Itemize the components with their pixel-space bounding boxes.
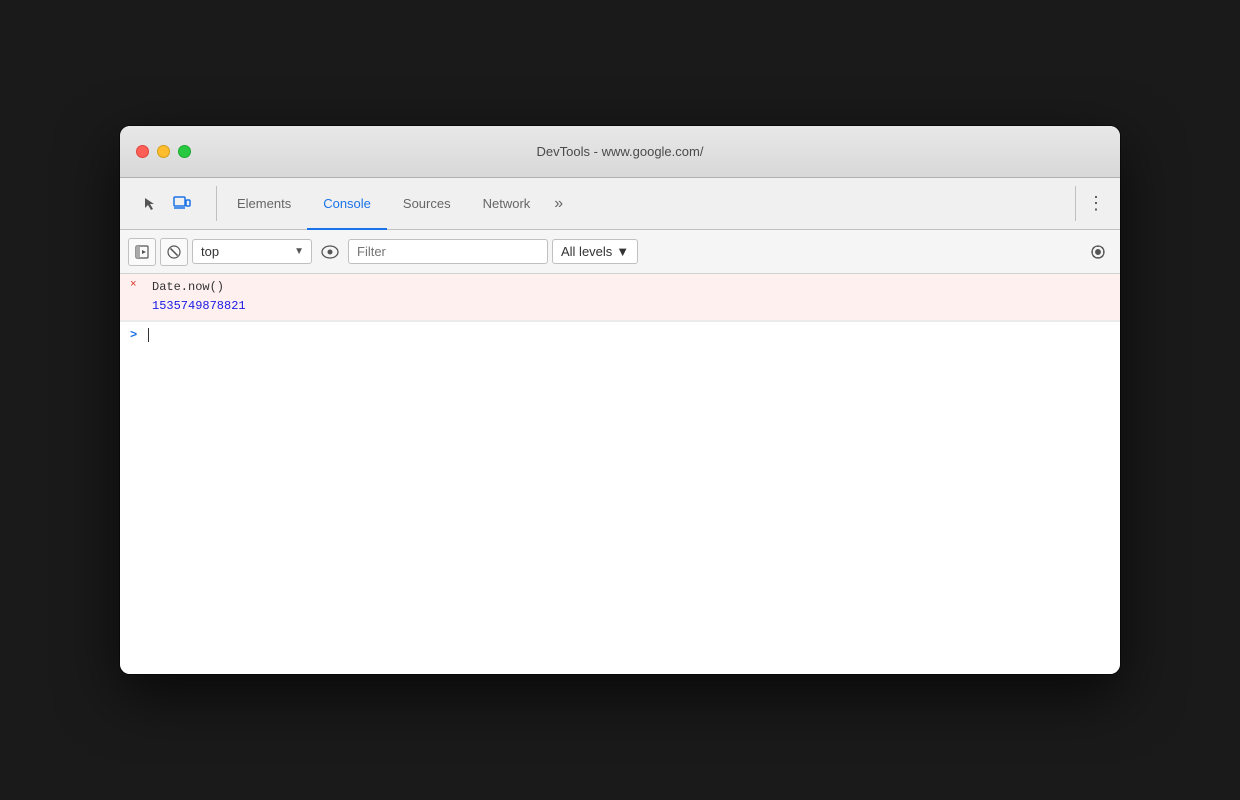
device-icon bbox=[173, 196, 191, 212]
device-toggle-button[interactable] bbox=[168, 190, 196, 218]
minimize-button[interactable] bbox=[157, 145, 170, 158]
live-expressions-button[interactable] bbox=[316, 238, 344, 266]
clear-icon bbox=[167, 245, 181, 259]
sidebar-toggle-button[interactable] bbox=[128, 238, 156, 266]
context-select-wrapper: top ▼ bbox=[192, 239, 312, 264]
maximize-button[interactable] bbox=[178, 145, 191, 158]
levels-arrow-icon: ▼ bbox=[616, 244, 629, 259]
console-settings-button[interactable] bbox=[1084, 238, 1112, 266]
tab-elements[interactable]: Elements bbox=[221, 179, 307, 230]
gear-icon bbox=[1090, 244, 1106, 260]
tabs-bar: Elements Console Sources Network » ⋮ bbox=[120, 178, 1120, 230]
console-input-area[interactable]: > bbox=[120, 321, 1120, 348]
log-levels-button[interactable]: All levels ▼ bbox=[552, 239, 638, 264]
console-output-value: 1535749878821 bbox=[152, 297, 1112, 316]
console-input-text: Date.now() bbox=[152, 278, 1112, 297]
filter-input[interactable] bbox=[348, 239, 548, 264]
tabs-end-divider bbox=[1075, 186, 1076, 221]
entry-error-prefix: × bbox=[130, 279, 137, 291]
console-content: × Date.now() 1535749878821 > bbox=[120, 274, 1120, 674]
clear-console-button[interactable] bbox=[160, 238, 188, 266]
tab-sources[interactable]: Sources bbox=[387, 179, 467, 230]
more-tabs-button[interactable]: » bbox=[546, 178, 571, 229]
eye-icon bbox=[321, 245, 339, 259]
inspect-element-button[interactable] bbox=[136, 190, 164, 218]
console-entry-0: × Date.now() 1535749878821 bbox=[120, 274, 1120, 321]
cursor-icon bbox=[142, 196, 158, 212]
tab-console[interactable]: Console bbox=[307, 179, 387, 230]
console-toolbar: top ▼ All levels ▼ bbox=[120, 230, 1120, 274]
toolbar-icons bbox=[128, 178, 204, 229]
traffic-lights bbox=[136, 145, 191, 158]
title-bar: DevTools - www.google.com/ bbox=[120, 126, 1120, 178]
tabs-spacer bbox=[571, 178, 1071, 229]
context-select[interactable]: top bbox=[192, 239, 312, 264]
window-title: DevTools - www.google.com/ bbox=[537, 144, 704, 159]
tab-network[interactable]: Network bbox=[467, 179, 547, 230]
devtools-menu-button[interactable]: ⋮ bbox=[1080, 188, 1112, 220]
chevron-right-icon: > bbox=[130, 328, 137, 342]
sidebar-icon bbox=[135, 245, 149, 259]
cursor-blink bbox=[148, 328, 149, 342]
tabs-divider bbox=[216, 186, 217, 221]
close-button[interactable] bbox=[136, 145, 149, 158]
